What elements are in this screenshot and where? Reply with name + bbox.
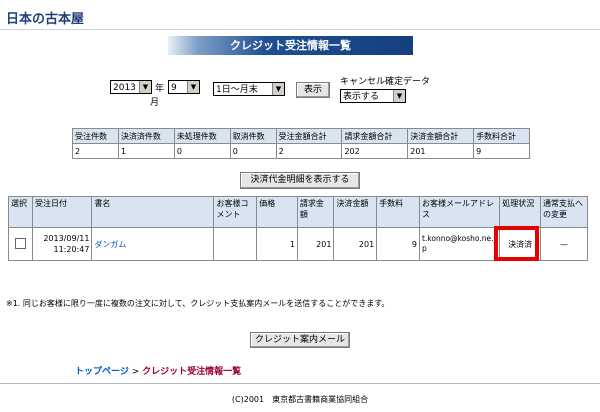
show-button[interactable]: 表示 — [296, 82, 330, 98]
breadcrumb: トップページ > クレジット受注情報一覧 — [75, 364, 241, 377]
payment-change-cell: — — [539, 227, 589, 261]
status-highlight-box — [494, 226, 539, 261]
orders-header: 書名 — [91, 196, 215, 228]
orders-header: お客様メールアドレス — [418, 196, 501, 228]
summary-value: 2 — [275, 143, 343, 159]
book-title-cell: ダンガム — [91, 227, 215, 261]
order-select-checkbox[interactable] — [14, 237, 26, 249]
orders-header: お客様コメント — [213, 196, 258, 228]
summary-header: 取消件数 — [229, 128, 277, 144]
period-select[interactable]: 1日～月末 ▼ — [213, 82, 285, 96]
month-suffix: 月 — [150, 98, 160, 108]
summary-header: 未処理件数 — [173, 128, 231, 144]
cancel-data-select-value: 表示する — [343, 92, 380, 102]
breadcrumb-separator: > — [131, 367, 140, 377]
orders-header: 決済金額 — [333, 196, 378, 228]
orders-header: 選択 — [8, 196, 33, 228]
fee-cell: 9 — [376, 227, 420, 261]
page-title: クレジット受注情報一覧 — [168, 36, 413, 55]
month-select-value: 9 — [171, 83, 177, 93]
orders-header-row: 選択 受注日付 書名 お客様コメント 価格 請求金額 決済金額 手数料 お客様メ… — [8, 196, 589, 228]
site-logo: 日本の古本屋 — [6, 12, 85, 27]
summary-header: 受注件数 — [72, 128, 119, 144]
chevron-down-icon: ▼ — [139, 81, 151, 93]
year-suffix: 年 — [155, 84, 165, 94]
footnote: ※1. 同じお客様に限り一度に複数の注文に対して、クレジット支払案内メールを送信… — [6, 299, 390, 308]
summary-header: 受注金額合計 — [275, 128, 343, 144]
cancel-data-label: キャンセル確定データ — [340, 77, 431, 87]
footer-copyright: (C)2001 東京都古書籍商業協同組合 — [231, 395, 369, 404]
order-date-cell: 2013/09/11 11:20:47 — [31, 227, 93, 261]
summary-value-row: 2 1 0 0 2 202 201 9 — [72, 143, 530, 159]
orders-header: 価格 — [256, 196, 298, 228]
credit-mail-button[interactable]: クレジット案内メール — [250, 332, 350, 348]
breadcrumb-current: クレジット受注情報一覧 — [142, 367, 242, 377]
chevron-down-icon: ▼ — [187, 81, 199, 93]
header-divider — [0, 29, 600, 30]
chevron-down-icon: ▼ — [393, 90, 405, 102]
summary-header: 決済済件数 — [117, 128, 175, 144]
orders-header: 通常支払への変更 — [539, 196, 589, 228]
email-cell: t.konno@kosho.ne.jp — [418, 227, 501, 261]
year-select[interactable]: 2013 ▼ — [110, 80, 152, 94]
summary-header: 請求金額合計 — [341, 128, 409, 144]
summary-value: 202 — [341, 143, 409, 159]
billing-cell: 201 — [296, 227, 335, 261]
summary-table: 受注件数 決済済件数 未処理件数 取消件数 受注金額合計 請求金額合計 決済金額… — [72, 128, 530, 159]
settled-cell: 201 — [333, 227, 378, 261]
orders-header: 請求金額 — [296, 196, 335, 228]
summary-value: 0 — [173, 143, 231, 159]
summary-header-row: 受注件数 決済済件数 未処理件数 取消件数 受注金額合計 請求金額合計 決済金額… — [72, 128, 530, 144]
price-cell: 1 — [256, 227, 298, 261]
show-detail-button[interactable]: 決済代金明細を表示する — [240, 172, 360, 189]
year-select-value: 2013 — [113, 83, 136, 93]
orders-header: 手数料 — [376, 196, 420, 228]
book-title-link[interactable]: ダンガム — [94, 240, 126, 249]
month-select[interactable]: 9 ▼ — [168, 80, 200, 94]
breadcrumb-home-link[interactable]: トップページ — [75, 367, 129, 377]
cancel-data-select[interactable]: 表示する ▼ — [340, 89, 406, 103]
select-cell — [8, 227, 33, 261]
order-time: 11:20:47 — [53, 245, 90, 254]
chevron-down-icon: ▼ — [272, 83, 284, 95]
order-date: 2013/09/11 — [43, 234, 90, 243]
summary-value: 201 — [407, 143, 475, 159]
summary-value: 2 — [72, 143, 119, 159]
footer-divider — [0, 383, 600, 384]
summary-value: 9 — [473, 143, 530, 159]
comment-cell — [213, 227, 258, 261]
summary-value: 0 — [229, 143, 277, 159]
summary-header: 手数料合計 — [473, 128, 530, 144]
summary-header: 決済金額合計 — [407, 128, 475, 144]
summary-value: 1 — [117, 143, 175, 159]
period-select-value: 1日～月末 — [216, 85, 258, 95]
orders-header: 処理状況 — [499, 196, 541, 228]
orders-header: 受注日付 — [31, 196, 93, 228]
